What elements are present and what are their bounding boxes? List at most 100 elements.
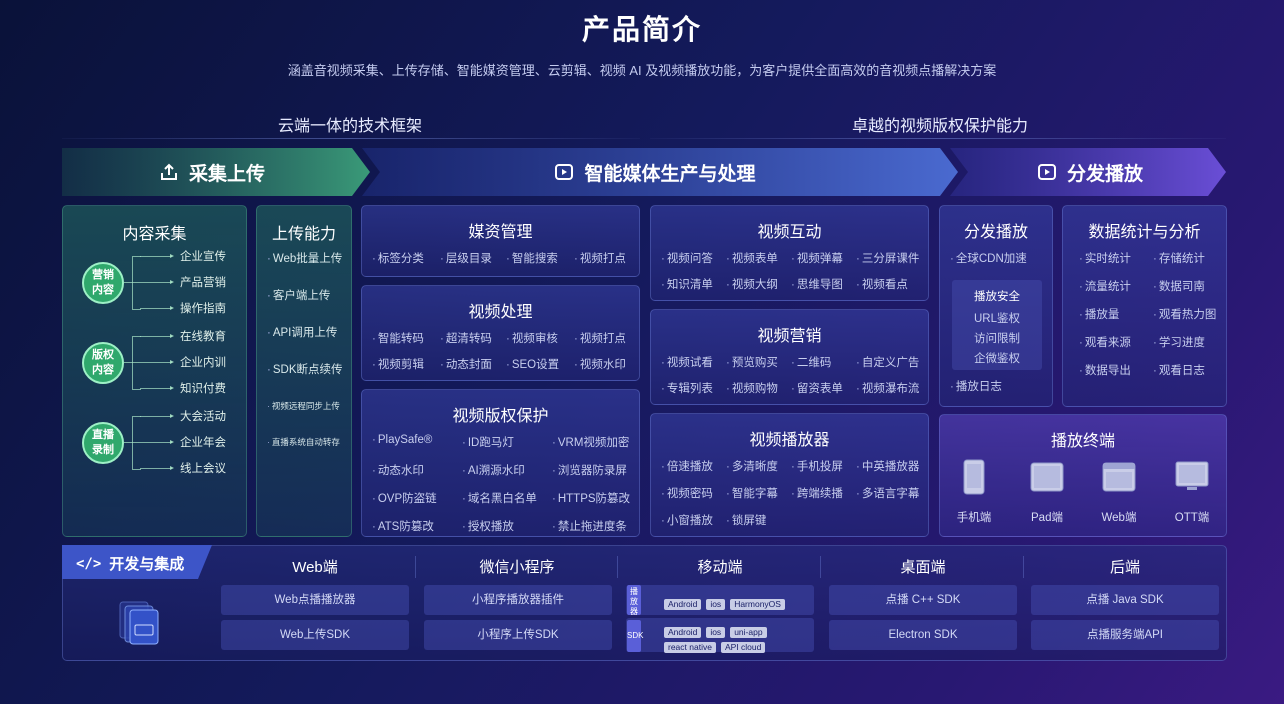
platform-tag: react native — [664, 642, 716, 653]
log-item: 播放日志 — [950, 378, 1002, 394]
upload-icon — [160, 163, 177, 180]
sdk-box[interactable]: 点播 C++ SDK — [829, 585, 1017, 615]
group-live-badge: 直播录制 — [82, 422, 124, 464]
card-title: 上传能力 — [271, 226, 336, 243]
card-title: 视频互动 — [757, 224, 822, 241]
tv-icon — [1175, 461, 1209, 490]
playback-security-box: 播放安全 URL鉴权 访问限制 企微鉴权 — [952, 280, 1042, 370]
sdk-tags-row2: react native API cloud — [664, 637, 770, 655]
feature-item: VRM视频加密 — [552, 434, 642, 450]
leaf-item: 大会活动 — [180, 411, 226, 423]
sdk-box[interactable]: Electron SDK — [829, 620, 1017, 650]
media-management-card: 媒资管理 标签分类 层级目录 智能搜索 视频打点 — [361, 205, 640, 277]
feature-item: 数据导出 — [1079, 362, 1153, 378]
dev-column-title: 桌面端 — [900, 559, 946, 576]
terminal-label: OTT端 — [1174, 512, 1210, 524]
leaf-item: 在线教育 — [180, 331, 226, 343]
feature-item: 播放量 — [1079, 306, 1153, 322]
leaf-item: 操作指南 — [180, 303, 226, 315]
feature-item: PlaySafe® — [372, 434, 462, 450]
section-divider-right — [650, 138, 1226, 139]
sdk-box[interactable]: 小程序播放器插件 — [424, 585, 612, 615]
cdn-item: 全球CDN加速 — [950, 250, 1027, 266]
upload-item: 视频远程同步上传 — [267, 400, 340, 412]
security-title: 播放安全 — [974, 291, 1020, 303]
security-item: 访问限制 — [974, 333, 1020, 345]
card-title: 内容采集 — [122, 226, 187, 243]
terminal-label: Web端 — [1101, 512, 1137, 524]
feature-item: 智能转码 — [372, 330, 440, 346]
feature-item: 视频表单 — [726, 250, 791, 266]
feature-item: 思维导图 — [791, 276, 856, 292]
feature-item: 多清晰度 — [726, 458, 791, 474]
feature-item: 观看日志 — [1153, 362, 1227, 378]
video-interaction-card: 视频互动 视频问答 视频表单 视频弹幕 三分屏课件 知识清单 视频大纲 思维导图… — [650, 205, 929, 301]
card-title: 分发播放 — [963, 224, 1028, 241]
terminals-card: 播放终端 手机端 Pad端 Web端 OTT端 — [939, 414, 1227, 537]
sdk-box[interactable]: 点播服务端API — [1031, 620, 1219, 650]
feature-item: 视频审核 — [506, 330, 574, 346]
feature-item: SEO设置 — [506, 356, 574, 372]
video-marketing-card: 视频营销 视频试看 预览购买 二维码 自定义广告 专辑列表 视频购物 留资表单 … — [650, 309, 929, 405]
video-play-icon — [1037, 164, 1056, 180]
card-title: 视频版权保护 — [452, 408, 549, 425]
stage-capture: 采集上传 — [62, 148, 362, 196]
feature-item: 二维码 — [791, 354, 856, 370]
feature-item: 存储统计 — [1153, 250, 1227, 266]
card-title: 视频播放器 — [749, 432, 830, 449]
tablet-icon — [1030, 462, 1064, 492]
feature-item: 跨端续播 — [791, 485, 856, 501]
security-item: URL鉴权 — [973, 313, 1020, 325]
player-badge: 播放器 — [627, 585, 641, 616]
platform-tag: Android — [664, 599, 702, 610]
feature-item: 智能字幕 — [726, 485, 791, 501]
sdk-box[interactable]: 点播 Java SDK — [1031, 585, 1219, 615]
feature-item: 视频试看 — [661, 354, 726, 370]
leaf-item: 产品营销 — [180, 277, 226, 289]
feature-item: 锁屏键 — [726, 512, 791, 528]
feature-item: 手机投屏 — [791, 458, 856, 474]
feature-item: 观看热力图 — [1153, 306, 1227, 322]
leaf-item: 企业内训 — [180, 357, 226, 369]
distribution-card: 分发播放 全球CDN加速 播放安全 URL鉴权 访问限制 企微鉴权 播放日志 — [939, 205, 1053, 407]
feature-item: 三分屏课件 — [856, 250, 926, 266]
sdk-box[interactable]: Web点播播放器 — [221, 585, 409, 615]
player-tags: Android ios HarmonyOS — [664, 594, 790, 612]
feature-item: HTTPS防篡改 — [552, 490, 642, 506]
video-player-card: 视频播放器 倍速播放 多清晰度 手机投屏 中英播放器 视频密码 智能字幕 跨端续… — [650, 413, 929, 537]
terminal-label: 手机端 — [956, 512, 992, 524]
feature-item: 倍速播放 — [661, 458, 726, 474]
stage-distribution: 分发播放 — [960, 148, 1220, 196]
stage-label: 采集上传 — [188, 163, 265, 185]
upload-item: API调用上传 — [267, 324, 338, 340]
upload-item: SDK断点续传 — [267, 361, 343, 377]
feature-item: 视频剪辑 — [372, 356, 440, 372]
feature-item: 视频看点 — [856, 276, 926, 292]
sdk-box[interactable]: Web上传SDK — [221, 620, 409, 650]
feature-item: 视频打点 — [574, 250, 642, 266]
stage-label: 分发播放 — [1066, 163, 1143, 185]
sdk-box[interactable]: 小程序上传SDK — [424, 620, 612, 650]
dev-title: </> 开发与集成 — [76, 555, 185, 574]
sdk-stack-icon — [119, 601, 159, 645]
feature-item: 授权播放 — [462, 518, 552, 534]
feature-item: 视频购物 — [726, 380, 791, 396]
terminal-label: Pad端 — [1031, 512, 1063, 524]
upload-card: 上传能力 Web批量上传 客户端上传 API调用上传 SDK断点续传 视频远程同… — [256, 205, 352, 537]
feature-item: 视频弹幕 — [791, 250, 856, 266]
leaf-item: 企业宣传 — [180, 251, 226, 263]
page-title: 产品简介 — [581, 14, 702, 45]
feature-item: 域名黑白名单 — [462, 490, 552, 506]
group-marketing-badge: 营销内容 — [82, 262, 124, 304]
feature-item: 视频问答 — [661, 250, 726, 266]
feature-item: 视频打点 — [574, 330, 642, 346]
card-title: 媒资管理 — [468, 224, 533, 241]
feature-item: 超清转码 — [440, 330, 506, 346]
card-title: 视频营销 — [757, 328, 822, 345]
feature-item: ATS防篡改 — [372, 518, 462, 534]
feature-item: 层级目录 — [440, 250, 506, 266]
feature-item: 实时统计 — [1079, 250, 1153, 266]
section-heading-left: 云端一体的技术框架 — [277, 118, 422, 135]
card-title: 播放终端 — [1050, 433, 1115, 450]
dev-column-title: 后端 — [1109, 559, 1140, 576]
